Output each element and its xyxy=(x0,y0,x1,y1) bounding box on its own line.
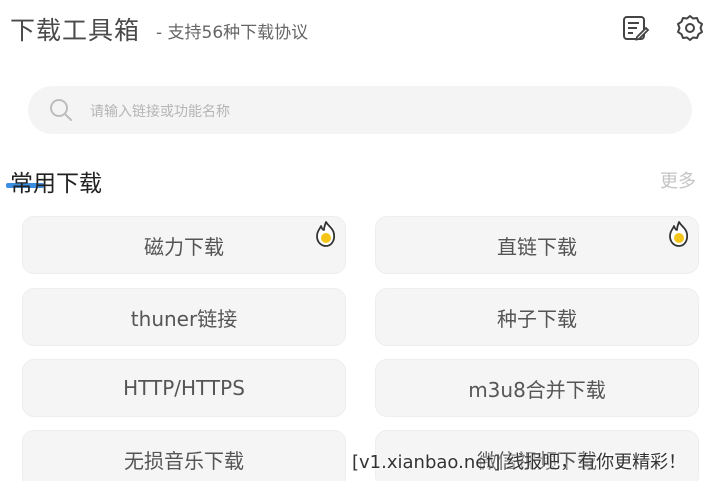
download-tile-label: 磁力下载 xyxy=(144,234,224,259)
download-tile[interactable]: 种子下载 xyxy=(375,288,699,346)
download-tile-label: m3u8合并下载 xyxy=(468,377,606,402)
download-tile[interactable]: thuner链接 xyxy=(22,288,346,346)
download-tile[interactable]: 直链下载 xyxy=(375,216,699,274)
page-subtitle: - 支持56种下载协议 xyxy=(156,23,309,43)
search-icon xyxy=(48,97,74,123)
section-title: 常用下载 xyxy=(10,171,102,197)
search-bar[interactable]: 请输入链接或功能名称 xyxy=(28,86,692,134)
page-title: 下载工具箱 xyxy=(10,16,141,45)
watermark-text: [v1.xianbao.net] 线报吧，有你更精彩！ xyxy=(352,452,687,473)
fire-badge-icon xyxy=(666,219,692,249)
gear-icon[interactable] xyxy=(675,13,705,43)
fire-badge-icon xyxy=(313,219,339,249)
download-tile-label: 直链下载 xyxy=(497,234,577,259)
app-header: 下载工具箱 - 支持56种下载协议 xyxy=(0,0,721,62)
download-tile-label: thuner链接 xyxy=(130,306,238,331)
edit-list-icon[interactable] xyxy=(620,13,650,43)
download-tile-label: 种子下载 xyxy=(497,306,577,331)
download-tile-label: 无损音乐下载 xyxy=(124,448,244,473)
download-tile[interactable]: m3u8合并下载 xyxy=(375,359,699,417)
download-tile[interactable]: HTTP/HTTPS xyxy=(22,359,346,417)
download-tile-label: HTTP/HTTPS xyxy=(123,376,245,400)
download-tile[interactable]: 磁力下载 xyxy=(22,216,346,274)
more-link[interactable]: 更多 xyxy=(660,167,696,193)
download-tile[interactable]: 无损音乐下载 xyxy=(22,430,346,481)
search-input[interactable]: 请输入链接或功能名称 xyxy=(90,101,230,121)
